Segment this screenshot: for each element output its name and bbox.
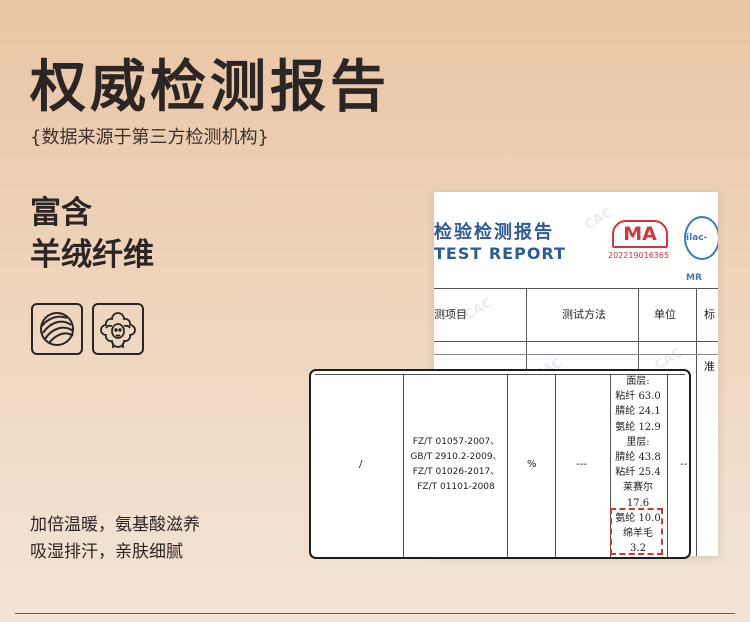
bottom-divider: [15, 613, 735, 614]
composition-line: 粘纤 63.0: [615, 391, 661, 403]
zoom-item-cell: /: [359, 459, 363, 470]
header-method: 测试方法: [562, 308, 606, 321]
table-rule: [696, 288, 697, 556]
zoom-col-rule: [507, 374, 508, 557]
composition-line: 里层:: [626, 436, 650, 448]
composition-line: 腈纶 43.8: [615, 452, 661, 464]
ilac-logo-icon: ilac-MR: [684, 216, 718, 283]
report-title-en: TEST REPORT: [434, 244, 566, 263]
benefit-line-1: 加倍温暖，氨基酸滋养: [30, 515, 200, 535]
cma-logo-icon: MA: [612, 220, 668, 248]
ilac-label: ilac-MR: [686, 233, 708, 283]
page-subtitle: {数据来源于第三方检测机构}: [30, 127, 269, 148]
composition-line: 莱赛尔: [623, 482, 653, 494]
standard-line: FZ/T 01026-2017、: [412, 467, 500, 477]
benefit-line-2: 吸湿排汗，亲肤细腻: [30, 542, 183, 562]
zoom-limit-cell: --: [680, 459, 688, 470]
zoom-col-rule: [555, 374, 556, 557]
header-item: 测项目: [434, 308, 467, 321]
page-title: 权威检测报告: [30, 55, 390, 120]
standard-line: FZ/T 01101-2008: [417, 482, 495, 492]
composition-line: 面层:: [626, 376, 650, 387]
standard-line: GB/T 2910.2-2009、: [410, 452, 502, 462]
standard-line: FZ/T 01057-2007、: [412, 437, 500, 447]
zoom-unit-cell: %: [527, 459, 537, 470]
report-table-header: 测项目 测试方法 单位 标准: [434, 288, 718, 373]
composition-line: 粘纤 25.4: [615, 467, 661, 479]
feature-line-1: 富含: [30, 195, 92, 231]
zoom-method-cell: ---: [576, 459, 587, 470]
feature-heading: 富含 羊绒纤维: [30, 192, 154, 276]
sheep-icon: [92, 303, 144, 355]
header-unit: 单位: [654, 308, 676, 321]
composition-line: 氨纶 12.9: [615, 421, 661, 433]
wool-highlight-box: [610, 508, 663, 555]
cma-number: 202219016365: [608, 251, 670, 260]
watermark: CAC: [582, 205, 615, 234]
wool-yarn-icon: [31, 303, 83, 355]
benefits: 加倍温暖，氨基酸滋养 吸湿排汗，亲肤细腻: [30, 512, 200, 566]
zoom-standard-cell: FZ/T 01057-2007、 GB/T 2910.2-2009、 FZ/T …: [407, 435, 505, 495]
composition-line: 腈纶 24.1: [615, 406, 661, 418]
zoom-col-rule: [667, 374, 668, 557]
report-title-cn: 检验检测报告: [434, 222, 554, 243]
table-rule: [434, 354, 718, 355]
zoom-col-rule: [403, 374, 404, 557]
feature-line-2: 羊绒纤维: [30, 237, 154, 273]
header-standard: 标准: [704, 308, 715, 373]
